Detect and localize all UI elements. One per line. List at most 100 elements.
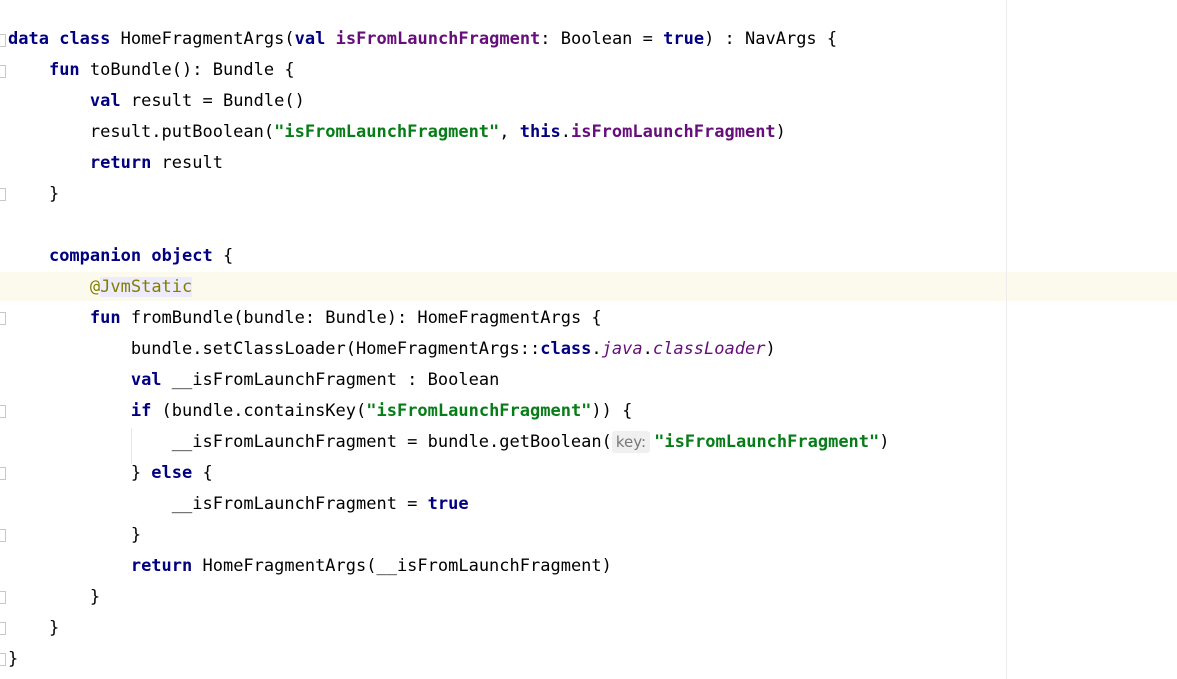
code-token: object bbox=[151, 246, 213, 266]
code-token: HomeFragmentArgs( bbox=[110, 29, 295, 49]
code-line: companion object { bbox=[8, 242, 233, 271]
code-token: class bbox=[540, 339, 592, 359]
code-line: if (bundle.containsKey("isFromLaunchFrag… bbox=[8, 397, 633, 426]
code-line: __isFromLaunchFragment = true bbox=[8, 490, 469, 519]
code-token: "isFromLaunchFragment" bbox=[654, 432, 880, 452]
parameter-hint: key: bbox=[611, 431, 651, 453]
code-token: fromBundle(bundle: Bundle): HomeFragment… bbox=[120, 308, 602, 328]
code-token: isFromLaunchFragment bbox=[570, 122, 776, 142]
code-token: java bbox=[601, 339, 643, 359]
code-line: } else { bbox=[8, 459, 213, 488]
code-token: . bbox=[591, 339, 602, 359]
code-token: , bbox=[499, 122, 520, 142]
code-line: } bbox=[8, 614, 59, 643]
code-token: } bbox=[8, 463, 152, 483]
code-token: @ bbox=[89, 277, 101, 297]
code-token: )) { bbox=[591, 401, 633, 421]
code-token: } bbox=[8, 525, 142, 545]
code-line: result.putBoolean("isFromLaunchFragment"… bbox=[8, 118, 786, 147]
code-token: "isFromLaunchFragment" bbox=[366, 401, 592, 421]
code-token: return bbox=[130, 556, 193, 576]
code-token: if bbox=[130, 401, 152, 421]
fold-marker-icon[interactable] bbox=[0, 622, 6, 635]
code-token: val bbox=[89, 91, 121, 111]
code-line: val __isFromLaunchFragment : Boolean bbox=[8, 366, 499, 395]
code-line: data class HomeFragmentArgs(val isFromLa… bbox=[8, 25, 837, 54]
code-token: result.putBoolean( bbox=[8, 122, 275, 142]
code-token: . bbox=[642, 339, 653, 359]
code-token: : Boolean = bbox=[540, 29, 664, 49]
code-token: fun bbox=[48, 60, 80, 80]
code-token: else bbox=[151, 463, 193, 483]
fold-marker-icon[interactable] bbox=[0, 405, 6, 418]
code-token: true bbox=[663, 29, 705, 49]
code-token: ) bbox=[879, 432, 890, 452]
code-token: __isFromLaunchFragment = bundle.getBoole… bbox=[8, 432, 612, 452]
code-line: __isFromLaunchFragment = bundle.getBoole… bbox=[8, 428, 890, 457]
code-token: HomeFragmentArgs(__isFromLaunchFragment) bbox=[192, 556, 612, 576]
code-token: class bbox=[59, 29, 111, 49]
code-token: __isFromLaunchFragment : Boolean bbox=[161, 370, 500, 390]
code-line: @JvmStatic bbox=[8, 273, 193, 302]
code-token: __isFromLaunchFragment = bbox=[8, 494, 428, 514]
fold-marker-icon[interactable] bbox=[0, 34, 6, 47]
code-line: return result bbox=[8, 149, 223, 178]
code-token: val bbox=[294, 29, 326, 49]
code-token: this bbox=[519, 122, 561, 142]
code-line: fun toBundle(): Bundle { bbox=[8, 56, 295, 85]
code-token: } bbox=[8, 649, 19, 669]
code-line: fun fromBundle(bundle: Bundle): HomeFrag… bbox=[8, 304, 602, 333]
code-token: ) : NavArgs { bbox=[704, 29, 838, 49]
fold-marker-icon[interactable] bbox=[0, 188, 6, 201]
code-line: } bbox=[8, 583, 100, 612]
code-token: bundle.setClassLoader(HomeFragmentArgs:: bbox=[8, 339, 541, 359]
fold-marker-icon[interactable] bbox=[0, 591, 6, 604]
code-token: val bbox=[130, 370, 162, 390]
code-token: ) bbox=[765, 339, 776, 359]
code-token: result bbox=[151, 153, 223, 173]
code-line: bundle.setClassLoader(HomeFragmentArgs::… bbox=[8, 335, 776, 364]
code-token: { bbox=[212, 246, 234, 266]
code-token: fun bbox=[89, 308, 121, 328]
code-token: } bbox=[8, 587, 101, 607]
code-token: toBundle(): Bundle { bbox=[79, 60, 295, 80]
code-token: companion bbox=[48, 246, 142, 266]
code-token: true bbox=[427, 494, 469, 514]
code-line: } bbox=[8, 521, 141, 550]
code-line: } bbox=[8, 645, 18, 674]
code-token: } bbox=[8, 618, 60, 638]
code-line: } bbox=[8, 180, 59, 209]
code-token: { bbox=[192, 463, 213, 483]
code-token: return bbox=[89, 153, 152, 173]
fold-marker-icon[interactable] bbox=[0, 65, 6, 78]
code-editor[interactable]: data class HomeFragmentArgs(val isFromLa… bbox=[0, 0, 1177, 679]
fold-marker-icon[interactable] bbox=[0, 529, 6, 542]
code-line: val result = Bundle() bbox=[8, 87, 305, 116]
fold-marker-icon[interactable] bbox=[0, 312, 6, 325]
code-token: classLoader bbox=[652, 339, 766, 359]
code-token: isFromLaunchFragment bbox=[335, 29, 541, 49]
fold-marker-icon[interactable] bbox=[0, 467, 6, 480]
code-line: return HomeFragmentArgs(__isFromLaunchFr… bbox=[8, 552, 612, 581]
right-margin-guide bbox=[1006, 0, 1007, 679]
code-token: (bundle.containsKey( bbox=[151, 401, 367, 421]
code-token: "isFromLaunchFragment" bbox=[274, 122, 500, 142]
code-token: . bbox=[560, 122, 571, 142]
code-token: result = Bundle() bbox=[120, 91, 305, 111]
code-token: } bbox=[8, 184, 60, 204]
code-token: data bbox=[8, 29, 49, 49]
code-token: ) bbox=[775, 122, 786, 142]
fold-marker-icon[interactable] bbox=[0, 653, 6, 666]
